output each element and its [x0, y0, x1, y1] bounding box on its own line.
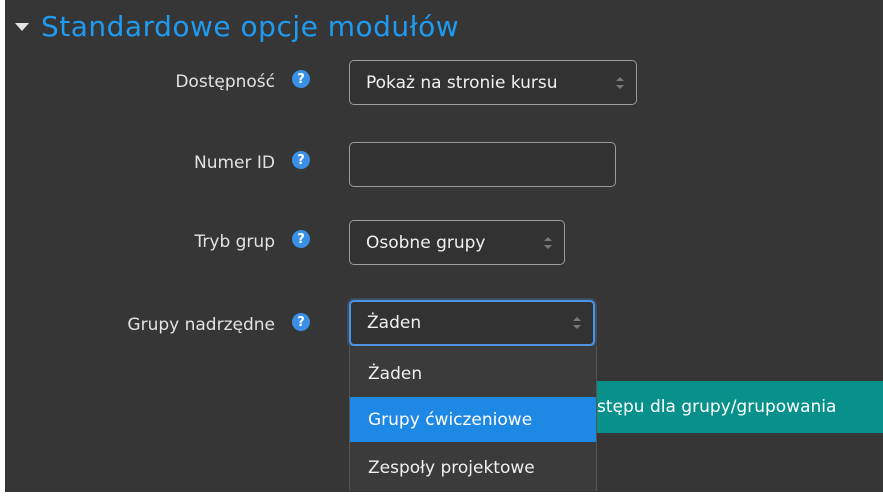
availability-select-value: Pokaż na stronie kursu: [366, 72, 558, 93]
collapse-caret-icon[interactable]: [15, 23, 29, 31]
help-icon[interactable]: ?: [292, 70, 310, 88]
grouping-select[interactable]: Żaden: [349, 300, 595, 346]
availability-label: Dostępność: [175, 72, 275, 92]
help-icon[interactable]: ?: [292, 230, 310, 248]
grouping-label: Grupy nadrzędne: [127, 315, 275, 335]
grouping-select-value: Żaden: [367, 313, 422, 333]
grouping-option-highlighted[interactable]: Grupy ćwiczeniowe: [350, 397, 596, 442]
grouping-option[interactable]: Żaden: [350, 351, 596, 396]
help-icon[interactable]: ?: [292, 151, 310, 169]
grouping-dropdown-list: Żaden Grupy ćwiczeniowe Zespoły projekto…: [349, 346, 597, 491]
section-title: Standardowe opcje modułów: [41, 9, 460, 43]
groupmode-select[interactable]: Osobne grupy: [349, 220, 565, 265]
select-arrows-icon: [573, 317, 581, 329]
groupmode-label: Tryb grup: [194, 232, 275, 252]
select-arrows-icon: [544, 236, 552, 249]
select-arrows-icon: [616, 76, 624, 89]
groupmode-select-value: Osobne grupy: [366, 232, 486, 253]
grouping-option[interactable]: Zespoły projektowe: [350, 445, 596, 490]
help-icon[interactable]: ?: [292, 313, 310, 331]
idnumber-label: Numer ID: [193, 153, 275, 173]
section-header[interactable]: Standardowe opcje modułów: [15, 6, 459, 46]
add-group-restriction-label: stępu dla grupy/grupowania: [597, 397, 837, 417]
add-group-restriction-button[interactable]: stępu dla grupy/grupowania: [593, 381, 883, 433]
availability-select[interactable]: Pokaż na stronie kursu: [349, 60, 637, 105]
idnumber-input[interactable]: [349, 142, 616, 187]
